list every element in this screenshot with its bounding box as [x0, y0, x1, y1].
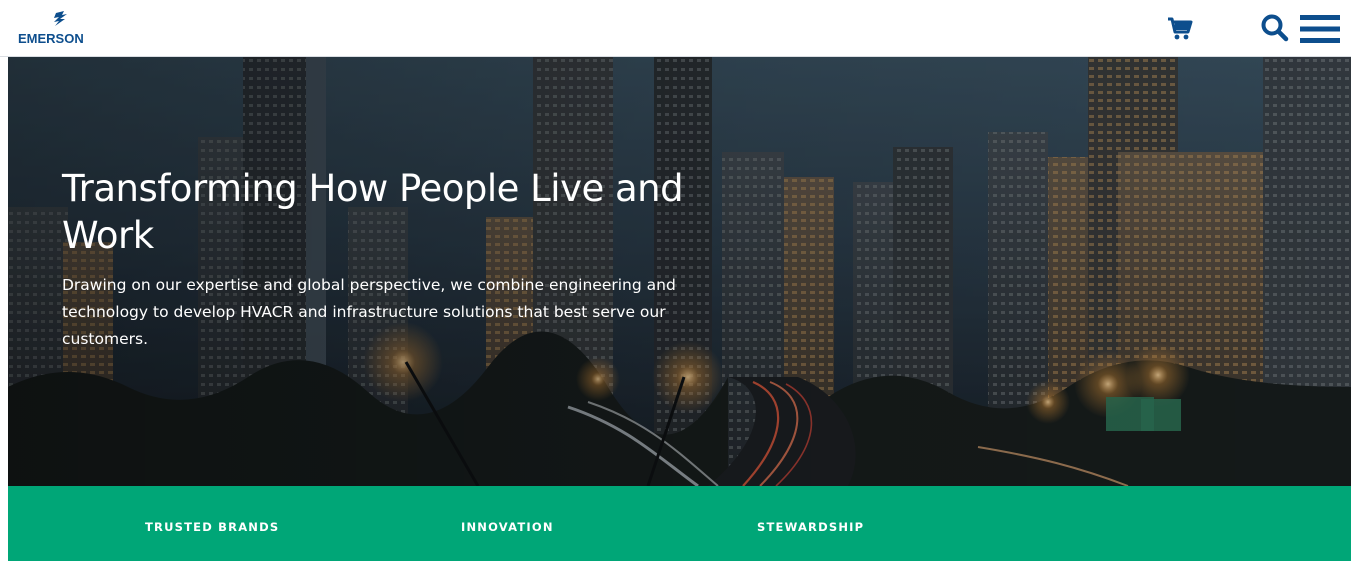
hamburger-menu-icon [1300, 15, 1340, 43]
nav-innovation[interactable]: INNOVATION [461, 520, 554, 534]
nav-trusted-brands[interactable]: TRUSTED BRANDS [145, 520, 279, 534]
hero-banner: Transforming How People Live and Work Dr… [8, 57, 1351, 486]
menu-button[interactable] [1298, 13, 1342, 45]
cart-button[interactable] [1166, 16, 1194, 42]
page: EMERSON Transforming How People Live and… [0, 0, 1351, 561]
shopping-cart-icon [1168, 17, 1193, 40]
site-header: EMERSON [0, 0, 1351, 57]
emerson-logo[interactable]: EMERSON [18, 10, 108, 46]
hero-subtitle: Drawing on our expertise and global pers… [62, 276, 676, 348]
pillars-nav: TRUSTED BRANDS INNOVATION STEWARDSHIP [8, 486, 1351, 561]
search-icon [1261, 14, 1289, 42]
search-button[interactable] [1260, 12, 1290, 42]
emerson-logo-icon [54, 11, 67, 26]
hero-title: Transforming How People Live and Work [62, 167, 684, 257]
logo-wordmark: EMERSON [18, 31, 84, 46]
nav-stewardship[interactable]: STEWARDSHIP [757, 520, 864, 534]
